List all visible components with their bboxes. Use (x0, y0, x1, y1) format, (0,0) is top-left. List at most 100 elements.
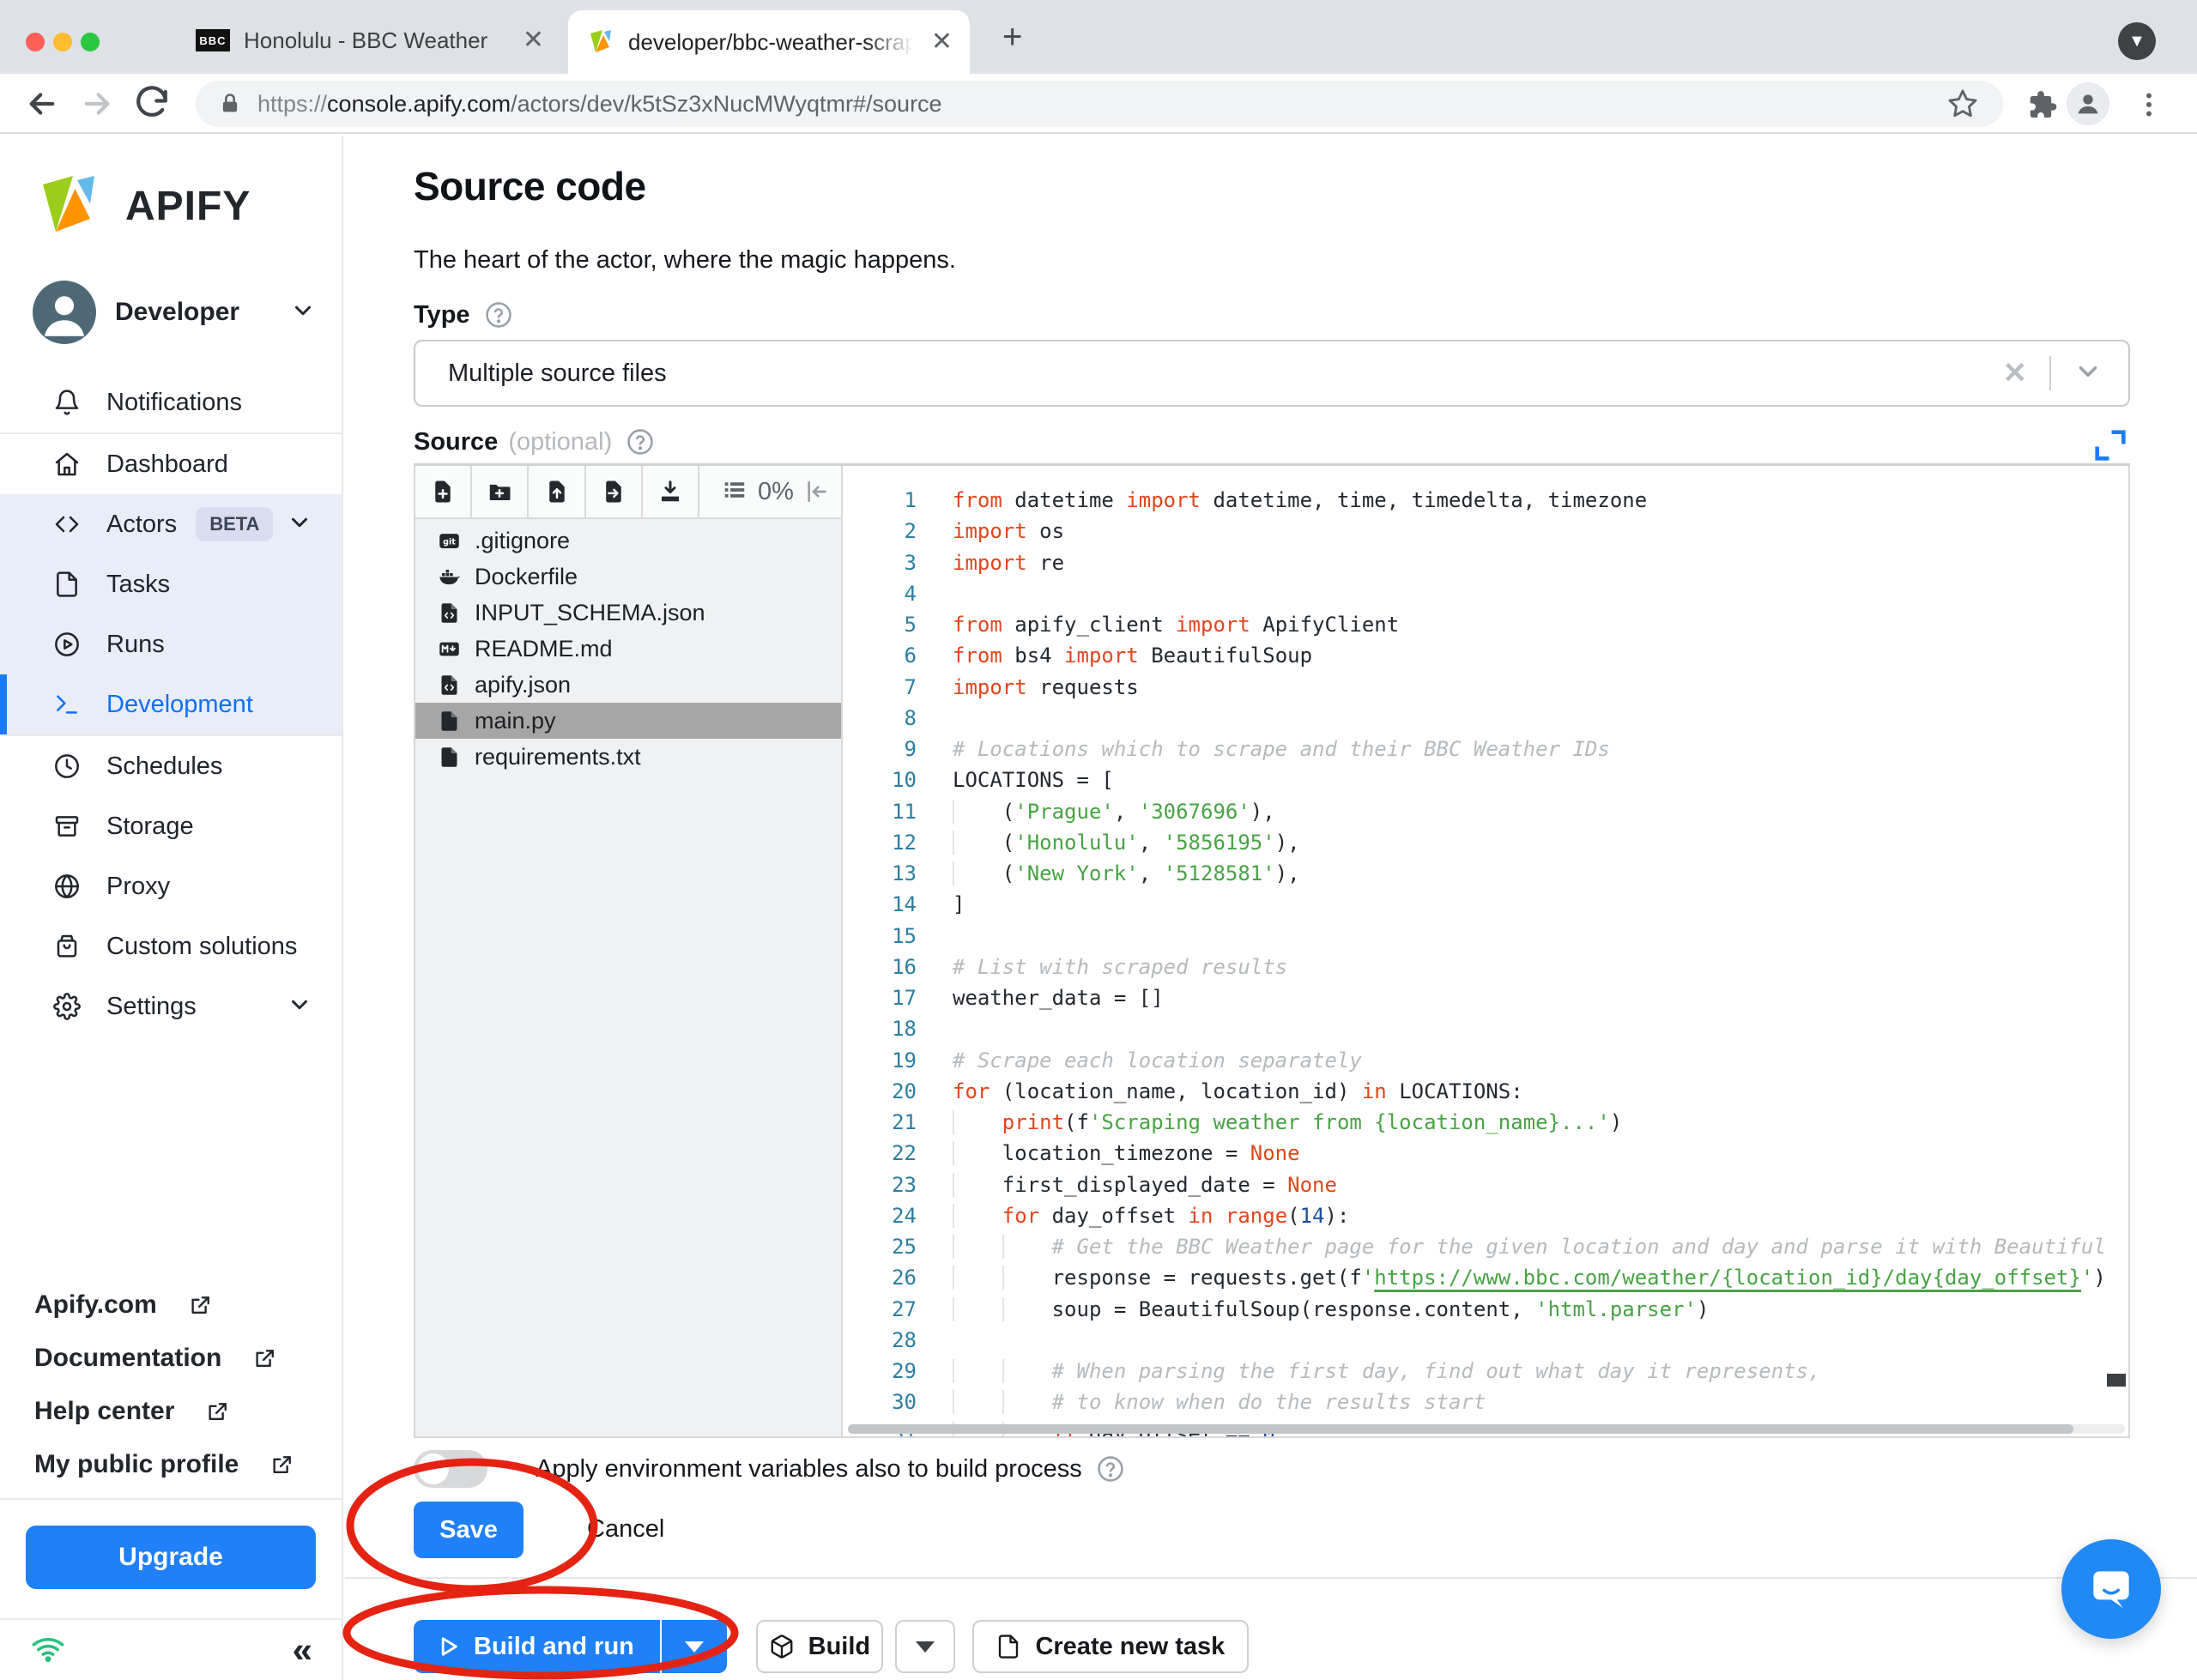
apify-logo[interactable]: APIFY (34, 172, 251, 240)
file-item-readme-md[interactable]: README.md (415, 631, 841, 667)
horizontal-scrollbar[interactable] (848, 1424, 2125, 1434)
line-number: 18 (892, 1017, 917, 1042)
address-bar[interactable]: https://console.apify.com/actors/dev/k5t… (196, 81, 2003, 127)
bookmark-star-icon[interactable] (1946, 88, 1979, 120)
help-icon[interactable] (484, 300, 513, 329)
sidebar-link-apify-com[interactable]: Apify.com (34, 1278, 295, 1332)
sidebar-link-my-public-profile[interactable]: My public profile (34, 1438, 295, 1491)
help-icon[interactable] (626, 427, 655, 456)
forward-icon[interactable] (79, 86, 115, 122)
indent-guide (1002, 1235, 1052, 1259)
new-folder-icon[interactable] (472, 466, 530, 517)
code-token: # List with scraped results (953, 954, 1288, 979)
file-item-dockerfile[interactable]: Dockerfile (415, 559, 841, 595)
vertical-scrollbar-handle[interactable] (2107, 1374, 2126, 1387)
help-icon[interactable] (1096, 1454, 1125, 1484)
new-tab-button[interactable]: + (1002, 20, 1022, 54)
file-item-apify-json[interactable]: apify.json (415, 667, 841, 703)
code-area[interactable]: 1 from datetime import datetime, time, ti… (844, 466, 2128, 1436)
sidebar-link-help-center[interactable]: Help center (34, 1385, 295, 1438)
code-token: # When parsing the first day, find out w… (1051, 1359, 1821, 1384)
browser-profile-avatar[interactable] (2067, 82, 2109, 125)
build-button[interactable]: Build (755, 1620, 883, 1673)
upload-file-icon[interactable] (529, 466, 586, 517)
code-token: ' (1361, 1266, 1375, 1290)
sidebar-item-actors[interactable]: Actors BETA (0, 494, 342, 554)
line-number: 15 (892, 923, 917, 948)
sidebar-item-storage[interactable]: Storage (0, 796, 342, 856)
zoom-control[interactable]: 0% (699, 466, 794, 517)
browser-tab-bbc-weather[interactable]: BBC Honolulu - BBC Weather ✕ (180, 14, 561, 67)
user-avatar (33, 281, 96, 344)
build-and-run-dropdown-button[interactable] (662, 1620, 727, 1673)
sidebar-item-schedules[interactable]: Schedules (0, 736, 342, 796)
clear-selection-icon[interactable]: ✕ (2003, 356, 2028, 390)
window-zoom-button[interactable] (81, 33, 100, 51)
file-item-requirements-txt[interactable]: requirements.txt (415, 739, 841, 775)
new-file-icon[interactable] (415, 466, 473, 517)
upgrade-button[interactable]: Upgrade (26, 1526, 316, 1589)
file-item-input-schema-json[interactable]: INPUT_SCHEMA.json (415, 595, 841, 631)
clock-icon (53, 752, 81, 780)
sidebar-item-development[interactable]: Development (0, 674, 342, 734)
sidebar-link-documentation[interactable]: Documentation (34, 1332, 295, 1385)
download-files-icon[interactable] (643, 466, 700, 517)
sidebar: APIFY Developer Notifications Dashboard Ac… (0, 136, 343, 1680)
file-name: requirements.txt (475, 743, 641, 770)
code-token: https://www.bbc.com/weather/{location_id… (1374, 1266, 2081, 1290)
sidebar-item-tasks[interactable]: Tasks (0, 554, 342, 614)
file-item-main-py[interactable]: main.py (415, 703, 841, 739)
code-token: 'New York' (1014, 861, 1139, 886)
browser-toolbar: https://console.apify.com/actors/dev/k5t… (0, 74, 2197, 134)
fullscreen-expand-icon[interactable] (2091, 426, 2130, 465)
file-item--gitignore[interactable]: git .gitignore (415, 523, 841, 559)
chevron-down-icon (287, 510, 312, 540)
code-line: 12 ('Honolulu', '5856195'), (844, 827, 2128, 858)
code-token: from (953, 488, 1002, 513)
sidebar-item-proxy[interactable]: Proxy (0, 856, 342, 916)
window-minimize-button[interactable] (53, 33, 72, 51)
import-file-icon[interactable] (586, 466, 643, 517)
cancel-button[interactable]: Cancel (587, 1515, 664, 1544)
sidebar-item-settings[interactable]: Settings (0, 976, 342, 1036)
code-line: 4 (844, 578, 2128, 609)
back-icon[interactable] (24, 86, 60, 122)
build-and-run-button[interactable]: Build and run (414, 1620, 660, 1673)
sidebar-item-dashboard[interactable]: Dashboard (0, 434, 342, 494)
file-name: apify.json (475, 671, 572, 698)
sidebar-item-notifications[interactable]: Notifications (0, 372, 342, 432)
save-button[interactable]: Save (414, 1502, 524, 1558)
tab-close-icon[interactable]: ✕ (931, 29, 953, 55)
chat-widget-button[interactable] (2061, 1539, 2161, 1639)
tab-close-icon[interactable]: ✕ (523, 27, 544, 53)
code-token: '5128581' (1163, 861, 1275, 886)
chevron-down-icon[interactable] (2073, 357, 2103, 390)
account-switcher[interactable]: Developer (33, 280, 316, 345)
sidebar-item-custom-solutions[interactable]: Custom solutions (0, 916, 342, 976)
sidebar-item-label: Settings (106, 992, 197, 1020)
build-dropdown-button[interactable] (894, 1620, 955, 1673)
horizontal-scrollbar-handle[interactable] (848, 1424, 2074, 1434)
reset-indent-icon[interactable] (794, 466, 841, 517)
code-line: 7 import requests (844, 672, 2128, 703)
external-link-icon (254, 1452, 295, 1478)
create-new-task-button[interactable]: Create new task (971, 1620, 1249, 1673)
file-solid-icon (438, 710, 461, 733)
code-line: 24 for day_offset in range(14): (844, 1200, 2128, 1231)
browser-tab-apify-console[interactable]: developer/bbc-weather-scrape ✕ (568, 10, 970, 74)
source-type-select[interactable]: Multiple source files ✕ (414, 340, 2130, 407)
env-vars-toggle[interactable] (414, 1450, 487, 1488)
bell-icon (53, 389, 81, 416)
caret-down-icon (684, 1641, 704, 1653)
collapse-sidebar-icon[interactable]: « (293, 1632, 312, 1668)
window-close-button[interactable] (26, 33, 45, 51)
reload-icon[interactable] (134, 86, 170, 122)
browser-menu-kebab-icon[interactable] (2133, 88, 2164, 122)
sidebar-item-label: Proxy (106, 872, 171, 900)
tab-search-button[interactable]: ▼ (2118, 22, 2156, 60)
sidebar-link-label: Help center (34, 1397, 175, 1425)
sidebar-item-runs[interactable]: Runs (0, 614, 342, 674)
file-name: .gitignore (475, 527, 571, 553)
extensions-puzzle-icon[interactable] (2024, 88, 2058, 122)
zoom-percent: 0% (758, 477, 794, 505)
